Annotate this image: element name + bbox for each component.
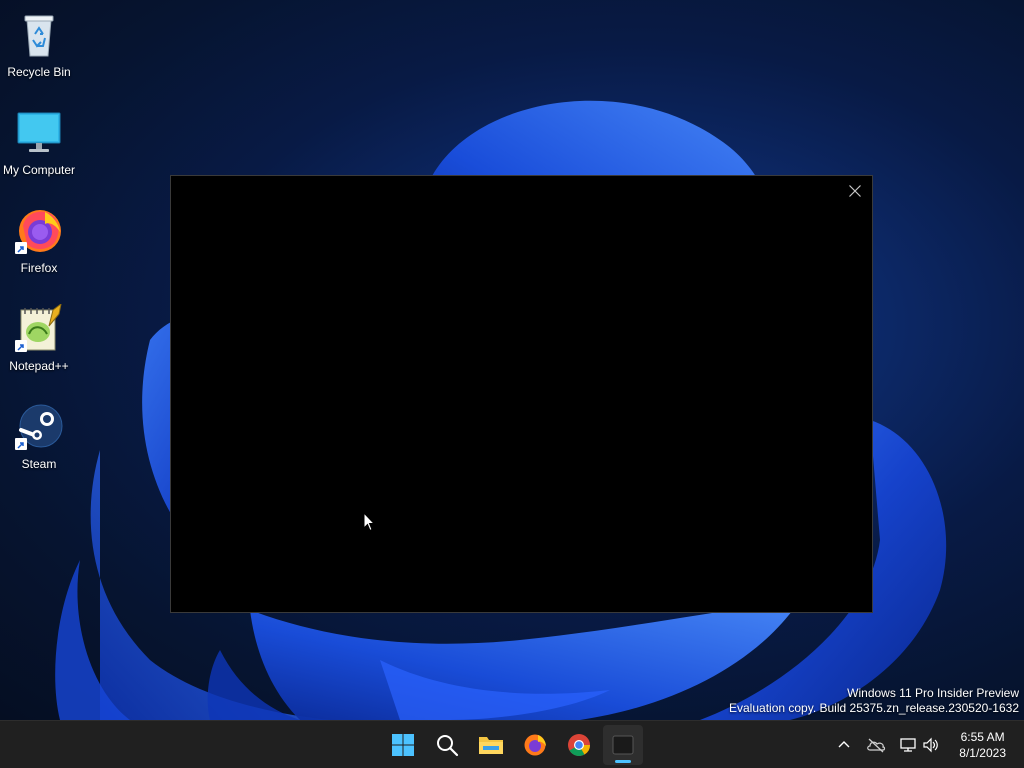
desktop-icon-firefox[interactable]: Firefox [0,200,78,280]
network-icon [900,738,916,752]
monitor-icon [15,108,63,156]
desktop-icon-label: Notepad++ [9,359,69,373]
chrome-icon [568,734,590,756]
desktop-icon-steam[interactable]: Steam [0,396,78,476]
notepad-plus-plus-icon [15,302,63,352]
firefox-icon [15,206,63,254]
onedrive-tray-button[interactable] [866,735,886,755]
desktop-icon-label: Steam [21,457,57,471]
search-button[interactable] [427,725,467,765]
desktop-icon-label: Firefox [20,261,58,275]
chrome-taskbar-button[interactable] [559,725,599,765]
desktop: Recycle Bin My Computer Firefox Notepad+… [0,0,1024,720]
black-app-window[interactable] [170,175,873,613]
window-close-button[interactable] [844,180,866,202]
firefox-icon [524,734,546,756]
taskbar-clock[interactable]: 6:55 AM 8/1/2023 [959,729,1006,761]
terminal-icon [612,735,634,755]
shortcut-arrow-icon [15,438,27,450]
onedrive-offline-icon [867,738,886,753]
volume-icon [923,737,938,753]
show-hidden-icons-button[interactable] [834,735,854,755]
close-icon [849,185,861,197]
terminal-taskbar-button[interactable] [603,725,643,765]
windows-watermark: Windows 11 Pro Insider Preview Evaluatio… [729,686,1019,716]
volume-tray-button[interactable] [921,735,941,755]
active-app-indicator [615,760,631,763]
start-button[interactable] [383,725,423,765]
shortcut-arrow-icon [15,242,27,254]
desktop-icon-my-computer[interactable]: My Computer [0,102,78,182]
search-icon [437,735,459,757]
file-explorer-button[interactable] [471,725,511,765]
taskbar: 6:55 AM 8/1/2023 [0,720,1024,768]
mouse-cursor-icon [363,512,375,532]
desktop-icon-recycle-bin[interactable]: Recycle Bin [0,4,78,84]
shortcut-arrow-icon [15,340,27,352]
clock-time: 6:55 AM [960,730,1005,744]
watermark-edition: Windows 11 Pro Insider Preview [847,686,1019,700]
watermark-build: Evaluation copy. Build 25375.zn_release.… [729,701,1019,715]
firefox-taskbar-button[interactable] [515,725,555,765]
start-icon [392,734,414,756]
file-explorer-icon [479,737,503,754]
desktop-icon-label: Recycle Bin [7,65,71,79]
desktop-icon-notepad-plus-plus[interactable]: Notepad++ [0,298,78,378]
clock-date: 8/1/2023 [959,746,1006,760]
chevron-up-icon [838,741,850,748]
network-tray-button[interactable] [898,735,918,755]
steam-icon [15,402,63,450]
desktop-icon-label: My Computer [2,163,76,177]
recycle-bin-icon [15,10,63,58]
